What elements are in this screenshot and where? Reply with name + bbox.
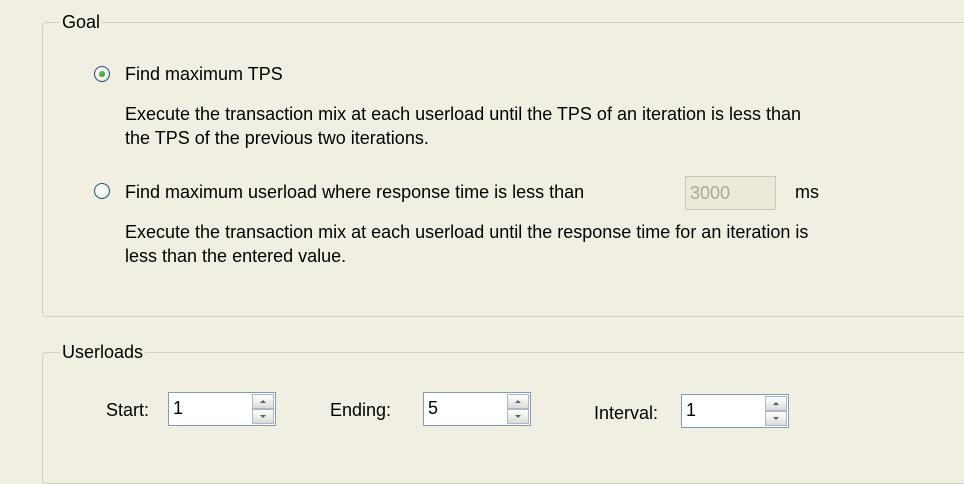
response-time-input[interactable] bbox=[685, 176, 776, 210]
start-spin-buttons[interactable] bbox=[252, 394, 274, 424]
start-value[interactable]: 1 bbox=[173, 395, 183, 421]
start-decrement-button[interactable] bbox=[252, 409, 274, 424]
ending-label: Ending: bbox=[330, 400, 392, 420]
ending-increment-button[interactable] bbox=[507, 394, 529, 409]
spin-down-arrow-icon bbox=[260, 415, 266, 418]
find-max-tps-radio[interactable] bbox=[94, 66, 110, 82]
spin-up-arrow-icon bbox=[515, 400, 521, 403]
start-increment-button[interactable] bbox=[252, 394, 274, 409]
goal-group-title: Goal bbox=[60, 12, 103, 32]
find-max-tps-description-line2: the TPS of the previous two iterations. bbox=[125, 128, 429, 148]
start-label: Start: bbox=[106, 400, 150, 420]
spin-down-arrow-icon bbox=[773, 417, 779, 420]
find-max-tps-label[interactable]: Find maximum TPS bbox=[125, 63, 283, 85]
interval-spin-buttons[interactable] bbox=[765, 396, 787, 426]
interval-increment-button[interactable] bbox=[765, 396, 787, 411]
ending-spin-buttons[interactable] bbox=[507, 394, 529, 424]
interval-spinner[interactable]: 1 bbox=[681, 394, 789, 428]
spin-down-arrow-icon bbox=[515, 415, 521, 418]
userloads-group-title: Userloads bbox=[60, 342, 146, 362]
find-max-userload-description-line2: less than the entered value. bbox=[125, 246, 347, 266]
find-max-userload-radio[interactable] bbox=[94, 183, 110, 199]
start-spinner[interactable]: 1 bbox=[168, 392, 276, 426]
interval-label: Interval: bbox=[594, 403, 659, 423]
find-max-tps-description-line1: Execute the transaction mix at each user… bbox=[125, 104, 802, 124]
ending-decrement-button[interactable] bbox=[507, 409, 529, 424]
find-max-userload-label[interactable]: Find maximum userload where response tim… bbox=[125, 181, 584, 203]
ending-spinner[interactable]: 5 bbox=[423, 392, 531, 426]
find-max-userload-description-line1: Execute the transaction mix at each user… bbox=[125, 222, 809, 242]
spin-up-arrow-icon bbox=[260, 400, 266, 403]
interval-value[interactable]: 1 bbox=[686, 397, 696, 423]
ending-value[interactable]: 5 bbox=[428, 395, 438, 421]
interval-decrement-button[interactable] bbox=[765, 411, 787, 426]
response-time-unit: ms bbox=[795, 182, 819, 202]
spin-up-arrow-icon bbox=[773, 402, 779, 405]
